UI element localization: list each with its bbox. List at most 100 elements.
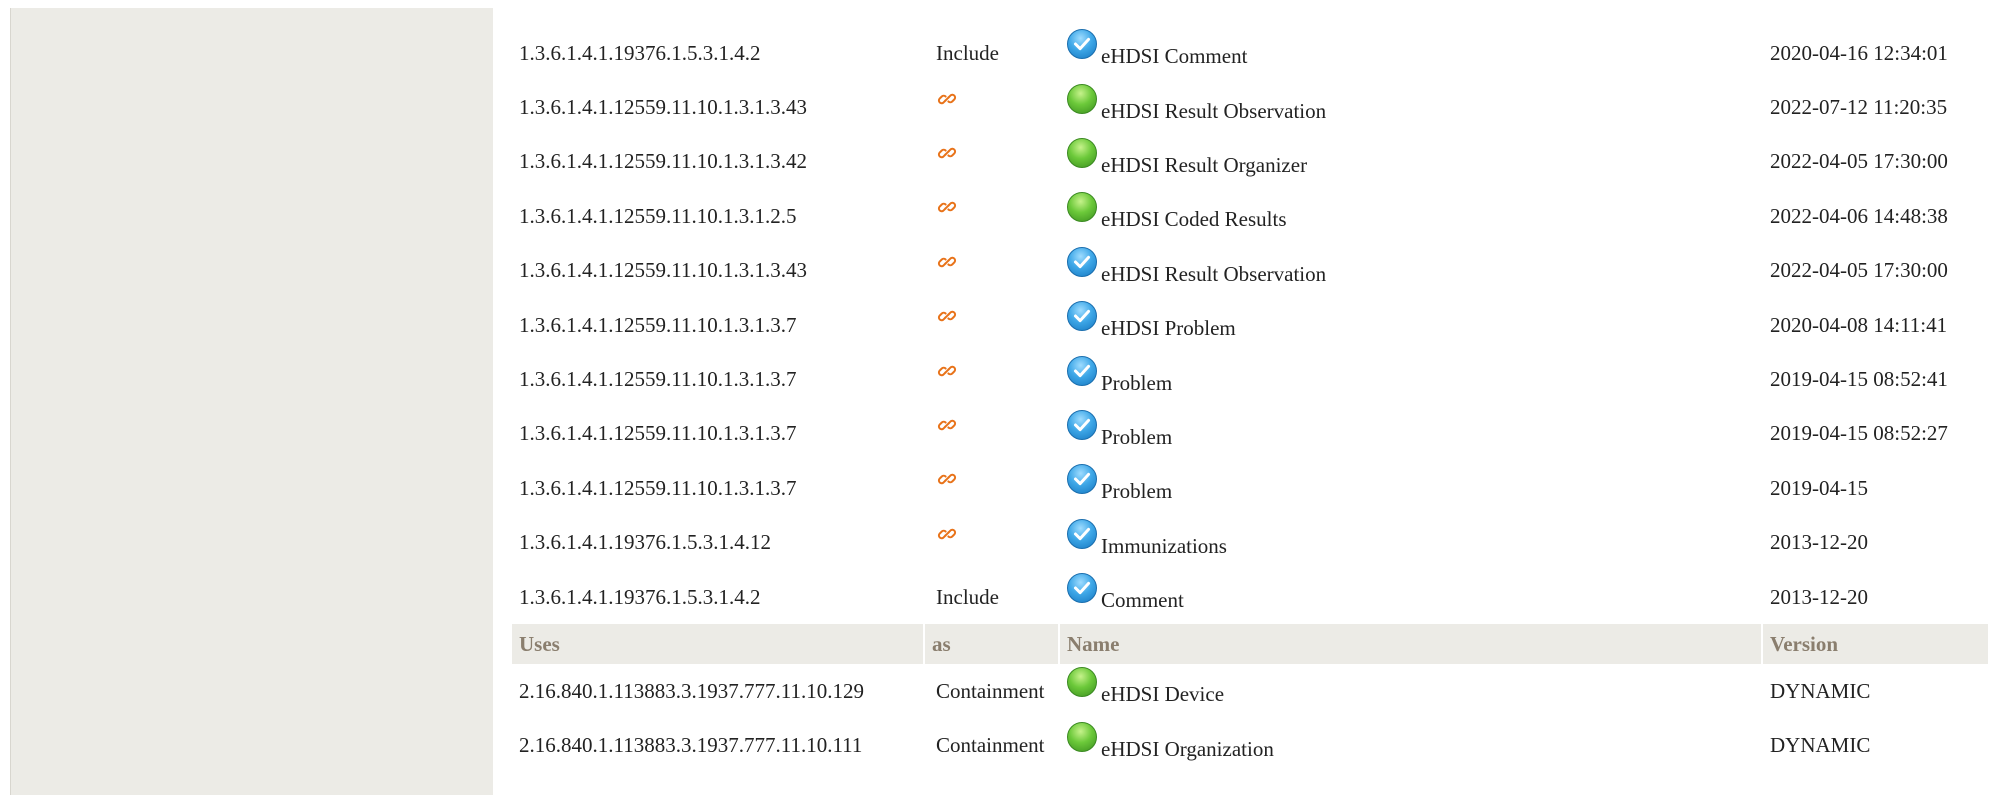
template-name-cell: Immunizations [1059, 516, 1762, 570]
link-icon[interactable] [936, 305, 958, 327]
green-circle-icon [1067, 137, 1099, 170]
template-version: 2022-04-06 14:48:38 [1770, 203, 1948, 228]
column-header-as[interactable]: as [923, 624, 1059, 665]
table-row[interactable]: 2.16.840.1.113883.3.1937.777.11.10.129 Co… [512, 664, 1988, 718]
association-type: Include [936, 584, 999, 609]
link-icon[interactable] [936, 196, 958, 218]
check-circle-blue-icon [1067, 301, 1099, 333]
association-type[interactable] [924, 80, 1059, 134]
template-name-link[interactable]: eHDSI Device [1101, 682, 1224, 706]
table-row[interactable]: 1.3.6.1.4.1.12559.11.10.1.3.1.3.7 Problem… [512, 461, 1988, 515]
template-id: 1.3.6.1.4.1.12559.11.10.1.3.1.3.43 [519, 95, 807, 120]
table-row[interactable]: 1.3.6.1.4.1.12559.11.10.1.3.1.3.7 eHDSI P… [512, 298, 1988, 352]
association-type: Containment [936, 733, 1045, 758]
template-id: 1.3.6.1.4.1.12559.11.10.1.3.1.3.7 [519, 475, 797, 500]
association-type[interactable] [924, 516, 1059, 570]
uses-header-row: Uses as Name Version [512, 624, 1988, 665]
association-type[interactable] [924, 189, 1059, 243]
table-row[interactable]: 1.3.6.1.4.1.12559.11.10.1.3.1.3.7 Problem… [512, 407, 1988, 461]
template-id: 2.16.840.1.113883.3.1937.777.11.10.111 [519, 733, 863, 758]
template-name-cell: eHDSI Organization [1059, 719, 1762, 773]
template-version: 2022-07-12 11:20:35 [1770, 95, 1948, 120]
template-id: 1.3.6.1.4.1.12559.11.10.1.3.1.3.7 [519, 312, 797, 337]
associations-table: 1.3.6.1.4.1.19376.1.5.3.1.4.2 Include eHDS… [512, 26, 1988, 773]
template-id: 1.3.6.1.4.1.12559.11.10.1.3.1.3.7 [519, 421, 797, 446]
association-type: Include [936, 40, 999, 65]
template-name-link[interactable]: Problem [1101, 425, 1172, 449]
green-circle-icon [1067, 667, 1099, 699]
green-circle-icon [1067, 83, 1099, 116]
green-circle-icon [1067, 721, 1099, 754]
template-name-cell: eHDSI Result Observation [1059, 244, 1762, 298]
template-name-cell: eHDSI Device [1059, 664, 1762, 718]
template-name-cell: eHDSI Comment [1059, 26, 1762, 80]
template-version: 2022-04-05 17:30:00 [1770, 258, 1948, 283]
template-id: 1.3.6.1.4.1.19376.1.5.3.1.4.2 [519, 584, 761, 609]
table-row[interactable]: 1.3.6.1.4.1.19376.1.5.3.1.4.12 Immunizati… [512, 516, 1988, 570]
table-row[interactable]: 1.3.6.1.4.1.12559.11.10.1.3.1.2.5 eHDSI C… [512, 189, 1988, 243]
template-name-cell: Problem [1059, 461, 1762, 515]
template-version: 2013-12-20 [1770, 584, 1868, 609]
check-circle-blue-icon [1067, 518, 1099, 551]
association-type[interactable] [924, 461, 1059, 515]
link-icon[interactable] [936, 360, 958, 382]
template-name-link[interactable]: eHDSI Organization [1101, 737, 1274, 761]
template-name-link[interactable]: Comment [1101, 588, 1184, 612]
link-icon[interactable] [936, 523, 958, 545]
template-name-link[interactable]: Problem [1101, 479, 1172, 503]
template-name-cell: eHDSI Problem [1059, 298, 1762, 352]
association-type[interactable] [924, 244, 1059, 298]
association-type[interactable] [924, 407, 1059, 461]
template-name-link[interactable]: eHDSI Result Observation [1101, 262, 1326, 286]
template-id: 1.3.6.1.4.1.12559.11.10.1.3.1.3.42 [519, 149, 807, 174]
template-id: 1.3.6.1.4.1.19376.1.5.3.1.4.2 [519, 40, 761, 65]
column-header-name[interactable]: Name [1058, 624, 1762, 665]
uses-rows: 2.16.840.1.113883.3.1937.777.11.10.129 Co… [512, 664, 1988, 773]
template-id: 1.3.6.1.4.1.12559.11.10.1.3.1.3.7 [519, 367, 797, 392]
green-circle-icon [1067, 192, 1099, 224]
template-id: 1.3.6.1.4.1.19376.1.5.3.1.4.12 [519, 530, 771, 555]
table-row[interactable]: 1.3.6.1.4.1.19376.1.5.3.1.4.2 Include eHDS… [512, 26, 1988, 80]
template-name-cell: eHDSI Result Organizer [1059, 135, 1762, 189]
uses-section: Uses as Name Version [512, 624, 1988, 665]
association-type[interactable] [924, 352, 1059, 406]
template-name-link[interactable]: eHDSI Result Observation [1101, 99, 1326, 123]
table-row[interactable]: 1.3.6.1.4.1.12559.11.10.1.3.1.3.43 eHDSI … [512, 244, 1988, 298]
template-name-link[interactable]: eHDSI Coded Results [1101, 207, 1287, 231]
template-associations: 1.3.6.1.4.1.19376.1.5.3.1.4.2 Include eHDS… [512, 26, 1988, 773]
template-id: 2.16.840.1.113883.3.1937.777.11.10.129 [519, 678, 864, 703]
link-icon[interactable] [936, 468, 958, 490]
table-row[interactable]: 1.3.6.1.4.1.12559.11.10.1.3.1.3.43 eHDSI … [512, 80, 1988, 134]
link-icon[interactable] [936, 142, 958, 164]
association-type[interactable] [924, 135, 1059, 189]
used-by-rows: 1.3.6.1.4.1.19376.1.5.3.1.4.2 Include eHDS… [512, 26, 1988, 624]
template-name-cell: Problem [1059, 407, 1762, 461]
template-name-cell: Comment [1059, 570, 1762, 624]
template-name-link[interactable]: Immunizations [1101, 534, 1227, 558]
check-circle-blue-icon [1067, 246, 1099, 279]
column-header-uses[interactable]: Uses [512, 624, 924, 665]
table-row[interactable]: 1.3.6.1.4.1.12559.11.10.1.3.1.3.7 Problem… [512, 352, 1988, 406]
template-id: 1.3.6.1.4.1.12559.11.10.1.3.1.3.43 [519, 258, 807, 283]
template-version: DYNAMIC [1770, 678, 1871, 703]
link-icon[interactable] [936, 251, 958, 273]
template-name-link[interactable]: eHDSI Result Organizer [1101, 153, 1307, 177]
template-name-link[interactable]: Problem [1101, 371, 1172, 395]
link-icon[interactable] [936, 88, 958, 110]
association-type[interactable] [924, 298, 1059, 352]
association-type: Containment [936, 678, 1045, 703]
template-version: 2019-04-15 08:52:27 [1770, 421, 1948, 446]
template-name-cell: Problem [1059, 352, 1762, 406]
table-row[interactable]: 1.3.6.1.4.1.12559.11.10.1.3.1.3.42 eHDSI … [512, 135, 1988, 189]
template-version: 2020-04-16 12:34:01 [1770, 40, 1948, 65]
template-name-link[interactable]: eHDSI Problem [1101, 316, 1236, 340]
check-circle-blue-icon [1067, 355, 1099, 388]
check-circle-blue-icon [1067, 409, 1099, 442]
column-header-version[interactable]: Version [1761, 624, 1988, 665]
template-name-link[interactable]: eHDSI Comment [1101, 44, 1247, 68]
table-row[interactable]: 1.3.6.1.4.1.19376.1.5.3.1.4.2 Include Comm… [512, 570, 1988, 624]
table-row[interactable]: 2.16.840.1.113883.3.1937.777.11.10.111 Co… [512, 719, 1988, 773]
link-icon[interactable] [936, 414, 958, 436]
template-version: 2013-12-20 [1770, 530, 1868, 555]
page: 1.3.6.1.4.1.19376.1.5.3.1.4.2 Include eHDS… [0, 0, 2004, 795]
